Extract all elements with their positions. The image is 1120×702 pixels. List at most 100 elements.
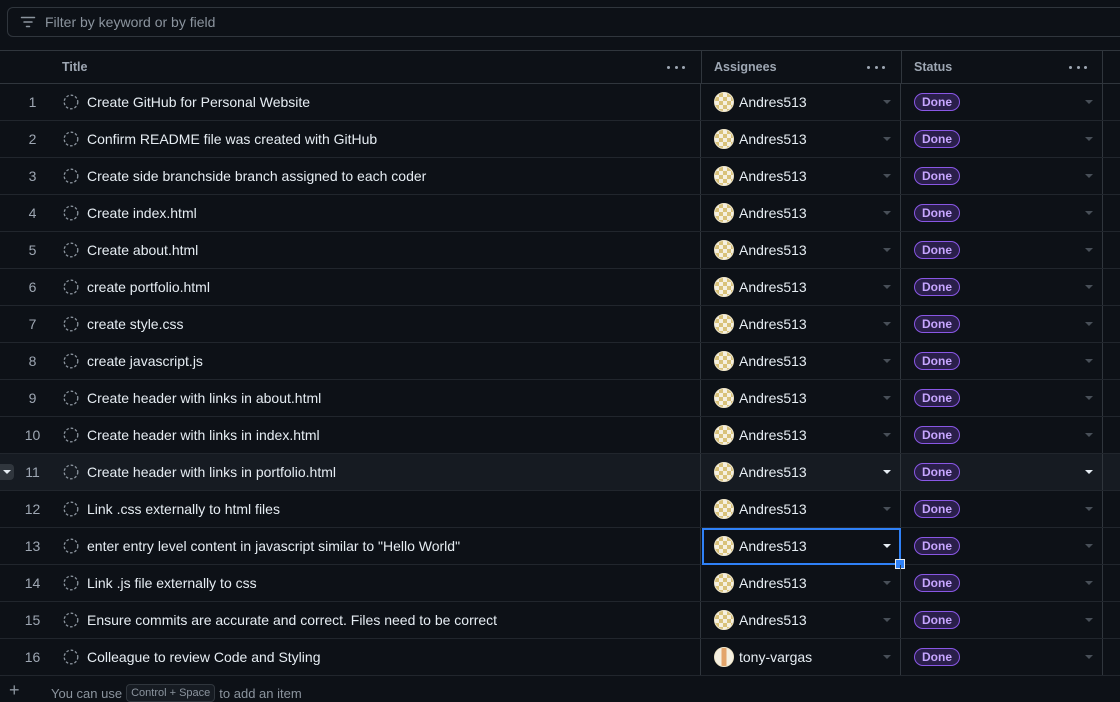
title-cell[interactable]: Create side branchside branch assigned t… (50, 158, 701, 194)
filter-bar[interactable] (7, 7, 1120, 37)
table-row[interactable]: 5 Create about.html Andres513 Done (0, 232, 1120, 269)
title-cell[interactable]: enter entry level content in javascript … (50, 528, 701, 564)
status-cell[interactable]: Done (902, 417, 1103, 453)
assignee-cell[interactable]: Andres513 (702, 121, 901, 157)
title-cell[interactable]: Confirm README file was created with Git… (50, 121, 701, 157)
title-cell[interactable]: Create header with links in about.html (50, 380, 701, 416)
status-cell[interactable]: Done (902, 639, 1103, 675)
title-cell[interactable]: Create header with links in index.html (50, 417, 701, 453)
assignee-cell[interactable]: Andres513 (702, 491, 901, 527)
column-header-assignees[interactable]: Assignees (702, 51, 901, 83)
row-number[interactable]: 9 (0, 380, 49, 416)
status-cell[interactable]: Done (902, 195, 1103, 231)
row-number[interactable]: 5 (0, 232, 49, 268)
item-title[interactable]: Create header with links in index.html (87, 427, 320, 443)
row-number[interactable]: 14 (0, 565, 49, 601)
caret-down-icon[interactable] (1085, 470, 1093, 474)
row-number[interactable]: 12 (0, 491, 49, 527)
item-title[interactable]: Create about.html (87, 242, 198, 258)
caret-down-icon[interactable] (1085, 137, 1093, 141)
table-row[interactable]: 11 Create header with links in portfolio.… (0, 454, 1120, 491)
status-cell[interactable]: Done (902, 269, 1103, 305)
row-number[interactable]: 8 (0, 343, 49, 379)
status-cell[interactable]: Done (902, 602, 1103, 638)
status-cell[interactable]: Done (902, 491, 1103, 527)
caret-down-icon[interactable] (883, 322, 891, 326)
item-title[interactable]: enter entry level content in javascript … (87, 538, 460, 554)
item-title[interactable]: Confirm README file was created with Git… (87, 131, 377, 147)
caret-down-icon[interactable] (1085, 248, 1093, 252)
caret-down-icon[interactable] (883, 433, 891, 437)
table-row[interactable]: 13 enter entry level content in javascrip… (0, 528, 1120, 569)
title-cell[interactable]: Create index.html (50, 195, 701, 231)
assignee-cell[interactable]: Andres513 (702, 269, 901, 305)
caret-down-icon[interactable] (883, 581, 891, 585)
assignee-cell[interactable]: Andres513 (702, 195, 901, 231)
table-row[interactable]: 6 create portfolio.html Andres513 Done (0, 269, 1120, 306)
row-number[interactable]: 15 (0, 602, 49, 638)
item-title[interactable]: create style.css (87, 316, 183, 332)
row-number[interactable]: 10 (0, 417, 49, 453)
status-cell[interactable]: Done (902, 306, 1103, 342)
row-number[interactable]: 3 (0, 158, 49, 194)
caret-down-icon[interactable] (1085, 507, 1093, 511)
status-cell[interactable]: Done (902, 232, 1103, 268)
assignee-cell[interactable]: Andres513 (702, 84, 901, 120)
item-title[interactable]: Link .js file externally to css (87, 575, 257, 591)
row-number[interactable]: 2 (0, 121, 49, 157)
status-cell[interactable]: Done (902, 158, 1103, 194)
row-number[interactable]: 6 (0, 269, 49, 305)
table-row[interactable]: 15 Ensure commits are accurate and correc… (0, 602, 1120, 639)
caret-down-icon[interactable] (883, 174, 891, 178)
item-title[interactable]: Create header with links in about.html (87, 390, 321, 406)
kebab-menu-icon[interactable] (667, 60, 685, 74)
assignee-cell[interactable]: Andres513 (702, 454, 901, 490)
table-row[interactable]: 2 Confirm README file was created with Gi… (0, 121, 1120, 158)
caret-down-icon[interactable] (883, 470, 891, 474)
table-row[interactable]: 9 Create header with links in about.html A… (0, 380, 1120, 417)
caret-down-icon[interactable] (883, 655, 891, 659)
row-number[interactable]: 16 (0, 639, 49, 675)
title-cell[interactable]: Colleague to review Code and Styling (50, 639, 701, 675)
title-cell[interactable]: create style.css (50, 306, 701, 342)
status-cell[interactable]: Done (902, 84, 1103, 120)
title-cell[interactable]: Create about.html (50, 232, 701, 268)
table-row[interactable]: 7 create style.css Andres513 Done (0, 306, 1120, 343)
kebab-menu-icon[interactable] (1069, 60, 1087, 74)
caret-down-icon[interactable] (883, 507, 891, 511)
item-title[interactable]: Link .css externally to html files (87, 501, 280, 517)
caret-down-icon[interactable] (883, 100, 891, 104)
add-item-plus-icon[interactable]: + (9, 681, 20, 699)
status-cell[interactable]: Done (902, 528, 1103, 564)
assignee-cell[interactable]: Andres513 (702, 417, 901, 453)
item-title[interactable]: Create side branchside branch assigned t… (87, 168, 426, 184)
title-cell[interactable]: Link .css externally to html files (50, 491, 701, 527)
filter-input[interactable] (45, 14, 645, 30)
assignee-cell[interactable]: Andres513 (702, 232, 901, 268)
table-row[interactable]: 1 Create GitHub for Personal Website Andre… (0, 84, 1120, 121)
row-number[interactable]: 13 (0, 528, 49, 564)
title-cell[interactable]: Create header with links in portfolio.ht… (50, 454, 701, 490)
item-title[interactable]: Ensure commits are accurate and correct.… (87, 612, 497, 628)
caret-down-icon[interactable] (883, 359, 891, 363)
item-title[interactable]: Create index.html (87, 205, 197, 221)
item-title[interactable]: create javascript.js (87, 353, 203, 369)
caret-down-icon[interactable] (1085, 359, 1093, 363)
title-cell[interactable]: Create GitHub for Personal Website (50, 84, 701, 120)
caret-down-icon[interactable] (1085, 211, 1093, 215)
table-row[interactable]: 12 Link .css externally to html files Andr… (0, 491, 1120, 528)
title-cell[interactable]: Ensure commits are accurate and correct.… (50, 602, 701, 638)
caret-down-icon[interactable] (1085, 655, 1093, 659)
status-cell[interactable]: Done (902, 343, 1103, 379)
status-cell[interactable]: Done (902, 454, 1103, 490)
caret-down-icon[interactable] (1085, 618, 1093, 622)
table-row[interactable]: 10 Create header with links in index.html… (0, 417, 1120, 454)
column-header-status[interactable]: Status (902, 51, 1103, 83)
caret-down-icon[interactable] (1085, 433, 1093, 437)
table-row[interactable]: 3 Create side branchside branch assigned … (0, 158, 1120, 195)
caret-down-icon[interactable] (1085, 174, 1093, 178)
assignee-cell[interactable]: Andres513 (702, 380, 901, 416)
column-header-title[interactable]: Title (50, 51, 701, 83)
caret-down-icon[interactable] (1085, 285, 1093, 289)
column-divider[interactable] (1102, 51, 1103, 83)
